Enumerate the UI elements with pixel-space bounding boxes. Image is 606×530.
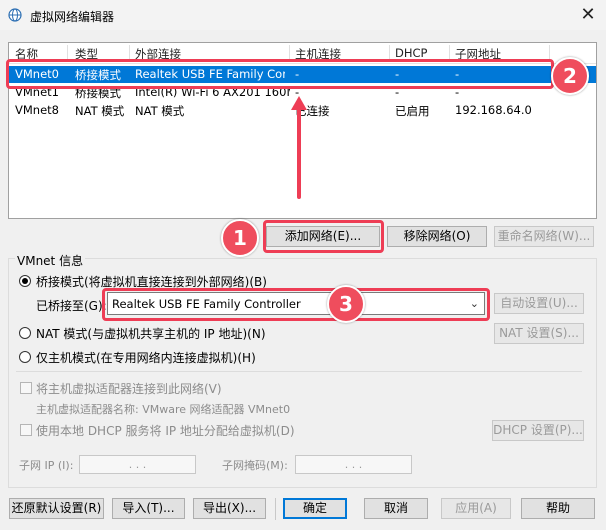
- auto-settings-button[interactable]: 自动设置(U)...: [494, 293, 584, 314]
- column-header-dhcp[interactable]: DHCP: [395, 46, 427, 60]
- import-button[interactable]: 导入(T)...: [112, 498, 185, 519]
- cell-dhcp: 已启用: [395, 104, 430, 118]
- use-dhcp-checkbox[interactable]: [20, 424, 32, 436]
- export-button[interactable]: 导出(X)...: [193, 498, 266, 519]
- dhcp-settings-button[interactable]: DHCP 设置(P)...: [492, 420, 584, 441]
- cell-subnet: 192.168.64.0: [455, 103, 532, 117]
- cancel-button[interactable]: 取消: [364, 498, 428, 519]
- cell-host: 已连接: [295, 104, 330, 118]
- nat-mode-radio[interactable]: [19, 327, 31, 339]
- close-button[interactable]: ✕: [574, 2, 602, 28]
- ok-button[interactable]: 确定: [283, 498, 347, 519]
- host-only-label: 仅主机模式(在专用网络内连接虚拟机)(H): [36, 351, 256, 365]
- table-row-vmnet8[interactable]: VMnet8 NAT 模式 NAT 模式 已连接 已启用 192.168.64.…: [9, 102, 596, 119]
- use-dhcp-label: 使用本地 DHCP 服务将 IP 地址分配给虚拟机(D): [36, 424, 295, 438]
- connect-host-adapter-label: 将主机虚拟适配器连接到此网络(V): [36, 382, 222, 396]
- host-only-radio[interactable]: [19, 351, 31, 363]
- nat-settings-button[interactable]: NAT 设置(S)...: [494, 323, 584, 344]
- window-title: 虚拟网络编辑器: [30, 10, 115, 24]
- highlight-box-add-network: [263, 220, 384, 253]
- step-badge-3: 3: [327, 285, 365, 323]
- remove-network-button[interactable]: 移除网络(O): [387, 226, 487, 247]
- highlight-box-adapter-select: [102, 288, 490, 321]
- highlight-box-vmnet0: [6, 59, 554, 89]
- cell-external: NAT 模式: [135, 104, 185, 118]
- subnet-ip-input[interactable]: . . .: [79, 455, 196, 474]
- nat-mode-label: NAT 模式(与虚拟机共享主机的 IP 地址)(N): [36, 327, 266, 341]
- apply-button[interactable]: 应用(A): [441, 498, 511, 519]
- host-adapter-name: 主机虚拟适配器名称: VMware 网络适配器 VMnet0: [36, 403, 291, 416]
- subnet-ip-label: 子网 IP (I):: [19, 459, 74, 472]
- step-badge-2: 2: [551, 57, 589, 95]
- divider: [16, 371, 582, 372]
- restore-defaults-button[interactable]: 还原默认设置(R): [9, 498, 104, 519]
- vmnet-info-label: VMnet 信息: [15, 252, 86, 269]
- cell-name: VMnet8: [15, 103, 59, 117]
- bridged-to-label: 已桥接至(G):: [36, 299, 107, 313]
- rename-network-button[interactable]: 重命名网络(W)...: [494, 226, 594, 247]
- subnet-mask-input[interactable]: . . .: [295, 455, 412, 474]
- connect-host-adapter-checkbox[interactable]: [20, 382, 32, 394]
- bridge-mode-radio[interactable]: [19, 275, 31, 287]
- button-separator: [275, 498, 276, 520]
- cell-type: NAT 模式: [75, 104, 125, 118]
- title-bar: 虚拟网络编辑器 ✕: [0, 0, 606, 30]
- help-button[interactable]: 帮助: [521, 498, 595, 519]
- network-globe-icon: [8, 8, 22, 22]
- subnet-mask-label: 子网掩码(M):: [222, 459, 288, 472]
- step-badge-1: 1: [221, 219, 259, 257]
